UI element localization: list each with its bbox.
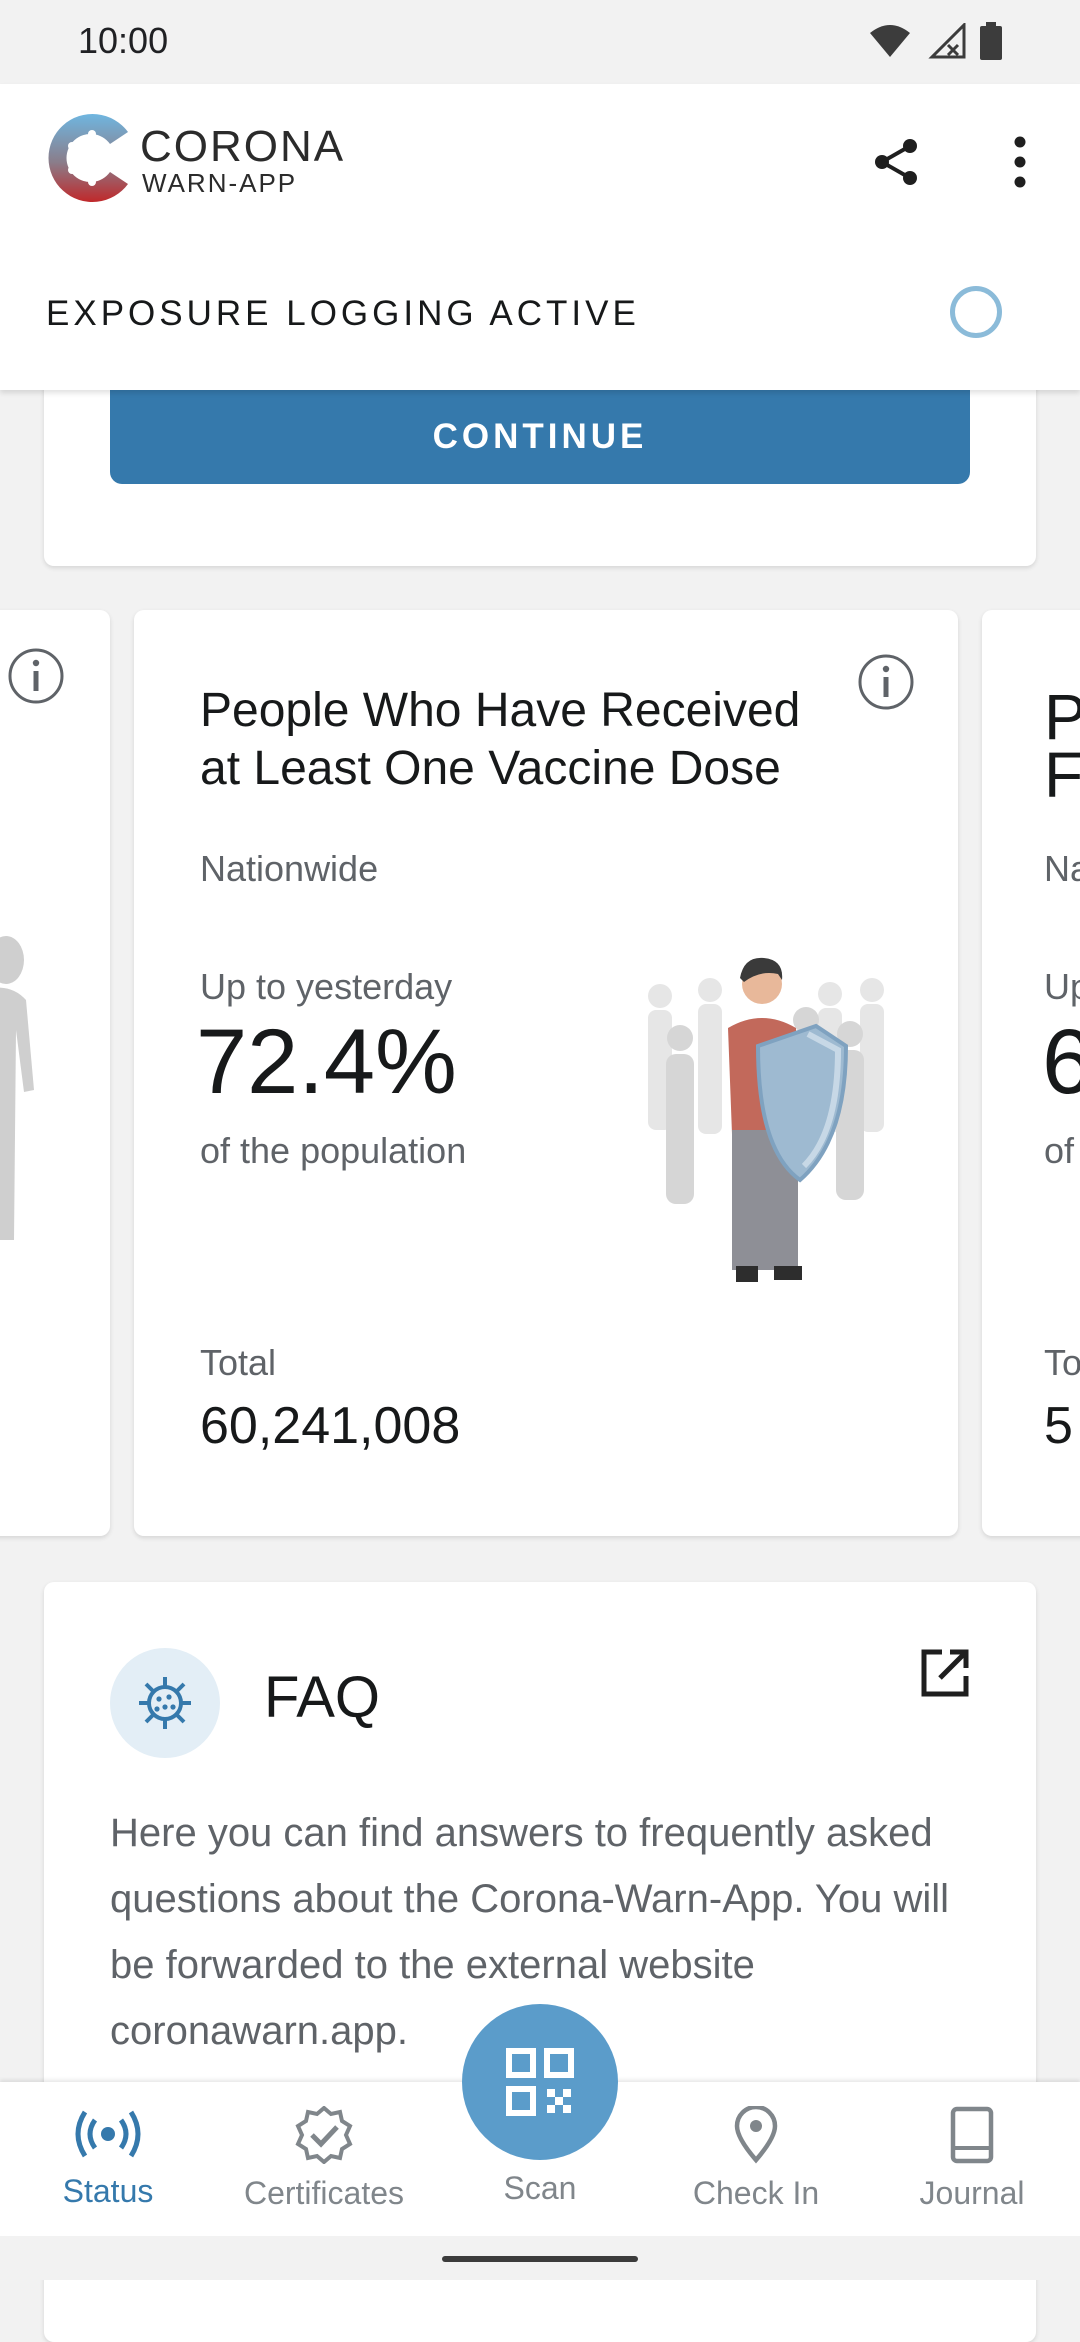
wifi-icon [870,25,910,57]
stats-card-value-caption: of the population [200,1130,467,1171]
nav-label-scan: Scan [503,2170,577,2206]
stats-next-caption: of [1044,1130,1075,1171]
stats-next-total: 5 [1044,1397,1073,1455]
qr-code-icon [506,2048,574,2116]
stats-card-previous[interactable] [0,610,110,1536]
nav-label-status: Status [62,2173,154,2209]
status-bar: 10:00 [0,0,1080,84]
battery-icon [980,22,1002,60]
info-icon[interactable] [856,652,916,712]
stats-card-total-label: Total [200,1342,277,1383]
exposure-status-label[interactable]: EXPOSURE LOGGING ACTIVE [46,294,640,334]
virus-icon [139,1677,191,1729]
more-options-icon[interactable] [996,134,1044,190]
nav-item-certificates[interactable]: Certificates [216,2105,432,2212]
status-icons [868,22,1002,60]
person-silhouette-illustration [0,936,34,1240]
stats-next-title-line1: P [1044,681,1080,753]
nav-label-journal: Journal [919,2175,1025,2211]
nav-label-check-in: Check In [692,2175,820,2211]
exposure-status-ring-icon [950,286,1002,338]
stats-next-total-label: To [1044,1342,1080,1383]
location-pin-icon [734,2104,778,2164]
stats-next-period: Up [1044,966,1080,1007]
scan-button[interactable] [462,2004,618,2160]
stats-card-title: People Who Have Received at Least One Va… [200,684,801,795]
vaccinated-person-illustration [648,957,884,1282]
broadcast-icon [75,2110,141,2158]
nav-item-check-in[interactable]: Check In [648,2104,864,2212]
nav-item-journal[interactable]: Journal [864,2106,1080,2212]
nav-label-certificates: Certificates [243,2175,405,2211]
nav-item-status[interactable]: Status [0,2106,216,2210]
info-icon[interactable] [6,646,66,706]
app-header: CORONA WARN-APP EXPOSURE LOGGING ACTIVE [0,84,1080,390]
stats-next-title-line2: F [1044,739,1080,811]
stats-next-region: Na [1044,848,1080,889]
book-icon [950,2106,994,2164]
stats-card-period: Up to yesterday [200,966,453,1007]
certificate-icon [295,2105,353,2165]
gesture-navigation-area [0,2236,1080,2280]
app-logo-icon [48,114,128,202]
stats-card-total-value: 60,241,008 [200,1397,461,1455]
home-gesture-handle[interactable] [442,2256,638,2262]
signal-icon [928,23,966,59]
stats-card-region: Nationwide [200,848,379,889]
stats-next-value: 6 [1042,1011,1080,1113]
app-subtitle: WARN-APP [142,168,298,198]
external-link-icon[interactable] [918,1646,972,1700]
share-icon[interactable] [868,134,924,190]
stats-card-value: 72.4% [196,1011,457,1113]
status-time: 10:00 [78,20,169,61]
stats-card-next[interactable]: P F Na Up 6 of To 5 [982,610,1080,1536]
faq-icon-background [110,1648,220,1758]
faq-title: FAQ [264,1665,381,1730]
app-title: CORONA [140,122,346,171]
continue-button[interactable]: CONTINUE [110,390,970,484]
